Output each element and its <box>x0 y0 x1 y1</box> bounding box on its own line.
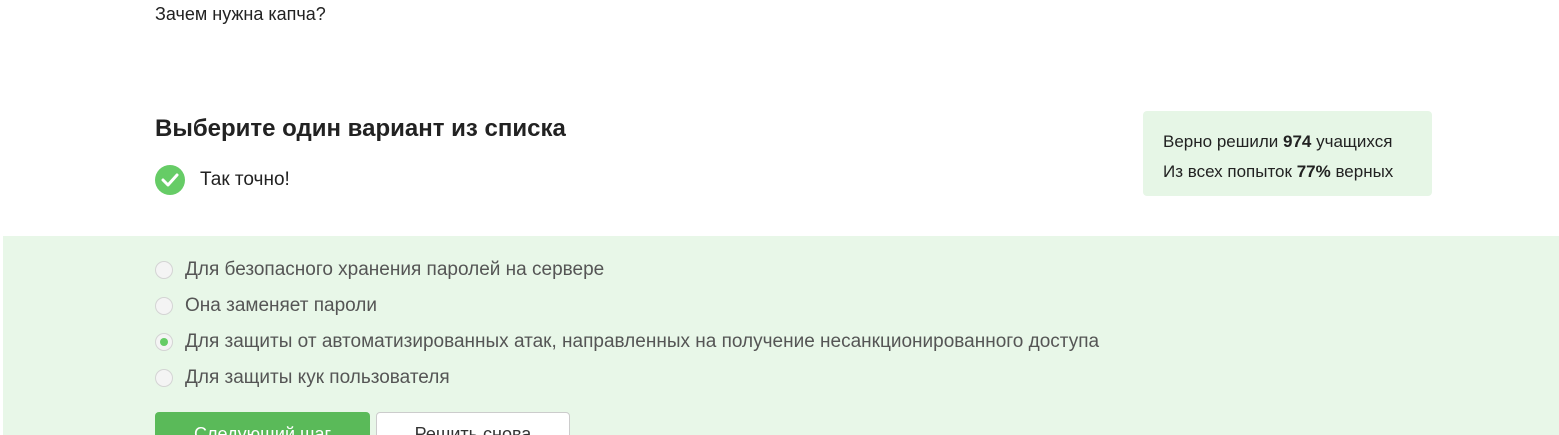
radio-button[interactable] <box>155 297 173 315</box>
task-title: Выберите один вариант из списка <box>155 115 566 142</box>
solved-count: 974 <box>1283 132 1312 151</box>
option-3[interactable]: Для защиты от автоматизированных атак, н… <box>155 330 1099 354</box>
radio-button[interactable] <box>155 369 173 387</box>
option-label: Для безопасного хранения паролей на серв… <box>185 259 605 280</box>
option-label: Для защиты от автоматизированных атак, н… <box>185 331 1100 352</box>
stats-box: Верно решили 974 учащихся Из всех попыто… <box>1143 111 1432 196</box>
option-label: Она заменяет пароли <box>185 295 377 316</box>
next-step-button[interactable]: Следующий шаг <box>155 412 370 435</box>
stats-attempts: Из всех попыток 77% верных <box>1163 162 1394 181</box>
step-page: Зачем нужна капча? Выберите один вариант… <box>0 0 1559 435</box>
question-text: Зачем нужна капча? <box>155 4 326 24</box>
radio-button[interactable] <box>155 261 173 279</box>
result-text: Так точно! <box>200 169 290 190</box>
selected-dot <box>160 338 168 346</box>
stats-solved: Верно решили 974 учащихся <box>1163 132 1393 151</box>
option-4[interactable]: Для защиты кук пользователя <box>155 366 450 390</box>
radio-button-selected[interactable] <box>155 333 173 351</box>
result-status: Так точно! <box>155 165 290 195</box>
check-circle-icon <box>155 165 185 195</box>
options-list: Для безопасного хранения паролей на серв… <box>3 236 1559 435</box>
correct-percent: 77% <box>1296 162 1331 181</box>
option-1[interactable]: Для безопасного хранения паролей на серв… <box>155 258 604 282</box>
option-2[interactable]: Она заменяет пароли <box>155 294 377 318</box>
option-label: Для защиты кук пользователя <box>185 367 450 388</box>
retry-button[interactable]: Решить снова <box>376 412 570 435</box>
